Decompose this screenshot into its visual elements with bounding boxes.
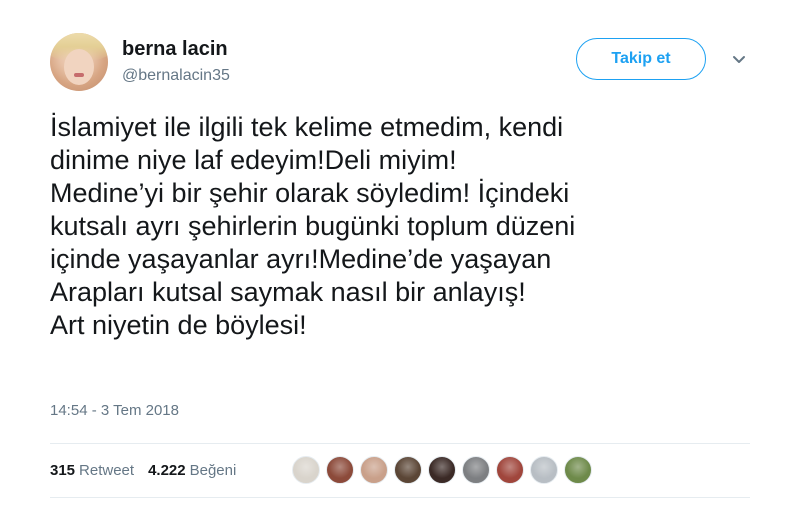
- liker-avatar-5[interactable]: [428, 456, 456, 484]
- liker-avatar-8[interactable]: [530, 456, 558, 484]
- tweet-text-line: kutsalı ayrı şehirlerin bugünki toplum d…: [50, 211, 576, 241]
- author-avatar[interactable]: [50, 33, 108, 91]
- liker-avatar-9[interactable]: [564, 456, 592, 484]
- tweet-text: İslamiyet ile ilgili tek kelime etmedim,…: [50, 111, 750, 342]
- tweet-text-line: İslamiyet ile ilgili tek kelime etmedim,…: [50, 112, 564, 142]
- tweet-text-line: Arapları kutsal saymak nasıl bir anlayış…: [50, 277, 526, 307]
- divider: [50, 443, 750, 444]
- retweet-count[interactable]: 315: [50, 462, 75, 479]
- tweet-text-line: Art niyetin de böylesi!: [50, 310, 307, 340]
- liker-avatar-3[interactable]: [360, 456, 388, 484]
- avatar-lips: [74, 73, 84, 77]
- tweet-timestamp[interactable]: 14:54 - 3 Tem 2018: [50, 402, 179, 419]
- liker-avatar-2[interactable]: [326, 456, 354, 484]
- tweet-text-line: Medine’yi bir şehir olarak söyledim! İçi…: [50, 178, 570, 208]
- like-label[interactable]: Beğeni: [190, 462, 237, 479]
- liker-avatar-6[interactable]: [462, 456, 490, 484]
- tweet-stats: 315 Retweet 4.222 Beğeni: [50, 462, 236, 479]
- tweet-text-line: içinde yaşayanlar ayrı!Medine’de yaşayan: [50, 244, 552, 274]
- author-display-name[interactable]: berna lacin: [122, 38, 228, 61]
- tweet-text-line: dinime niye laf edeyim!Deli miyim!: [50, 145, 457, 175]
- like-count[interactable]: 4.222: [148, 462, 186, 479]
- retweet-label[interactable]: Retweet: [79, 462, 134, 479]
- liker-avatar-4[interactable]: [394, 456, 422, 484]
- follow-button[interactable]: Takip et: [576, 38, 706, 80]
- avatar-face: [64, 49, 94, 85]
- chevron-down-icon[interactable]: [730, 50, 748, 68]
- liker-avatars: [292, 456, 598, 484]
- liker-avatar-7[interactable]: [496, 456, 524, 484]
- author-handle[interactable]: @bernalacin35: [122, 67, 230, 85]
- divider: [50, 497, 750, 498]
- liker-avatar-1[interactable]: [292, 456, 320, 484]
